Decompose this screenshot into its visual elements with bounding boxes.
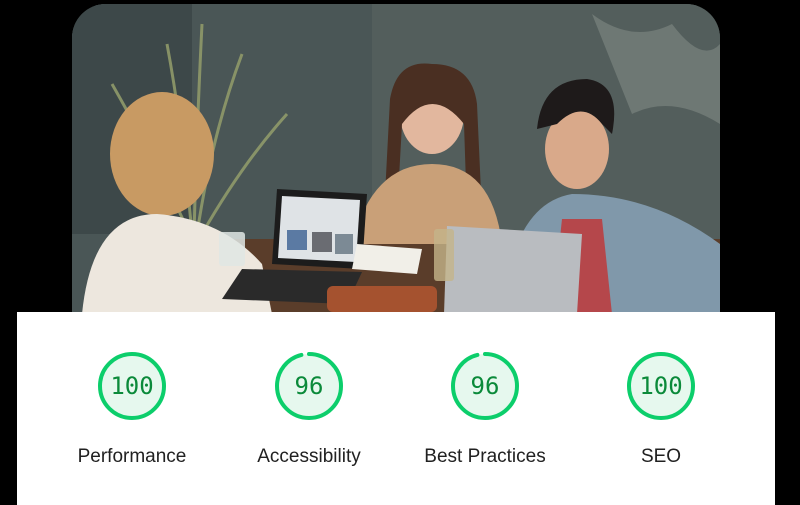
- score-value-accessibility: 96: [294, 372, 324, 400]
- score-label-best-practices: Best Practices: [424, 446, 546, 467]
- score-label-accessibility: Accessibility: [257, 446, 361, 467]
- lighthouse-scores-panel: 100 Performance 96 Accessibility 96 Best…: [17, 312, 775, 505]
- score-best-practices: 96 Best Practices: [415, 350, 555, 468]
- score-performance: 100 Performance: [62, 350, 202, 468]
- score-gauge-seo: 100: [625, 350, 697, 422]
- score-value-best-practices: 96: [470, 372, 500, 400]
- score-label-seo: SEO: [640, 446, 682, 467]
- score-value-performance: 100: [110, 372, 154, 400]
- hero-photo: [72, 4, 720, 314]
- score-label-performance: Performance: [77, 446, 187, 467]
- score-value-seo: 100: [639, 372, 683, 400]
- score-gauge-best-practices: 96: [449, 350, 521, 422]
- score-gauge-performance: 100: [96, 350, 168, 422]
- score-accessibility: 96 Accessibility: [239, 350, 379, 468]
- score-gauge-accessibility: 96: [273, 350, 345, 422]
- score-seo: 100 SEO: [591, 350, 731, 468]
